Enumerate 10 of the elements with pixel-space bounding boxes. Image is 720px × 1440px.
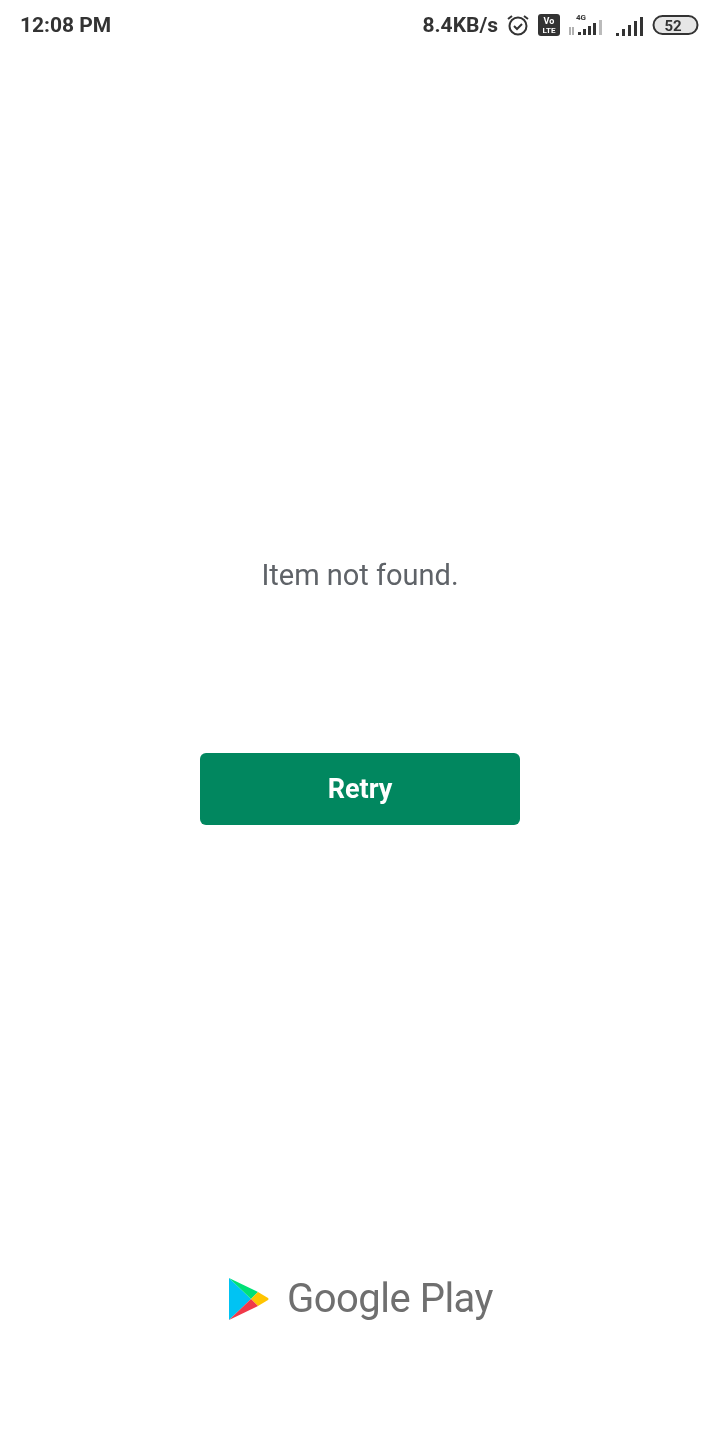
play-logo-icon xyxy=(226,1275,269,1322)
retry-button[interactable]: Retry xyxy=(200,753,520,825)
alarm-icon xyxy=(506,13,530,37)
error-message: Item not found. xyxy=(261,557,459,594)
clock-time: 12:08 PM xyxy=(20,13,112,37)
battery-icon: 52 xyxy=(652,14,700,36)
signal-icon xyxy=(614,14,644,36)
network-speed: 8.4KB/s xyxy=(422,13,498,37)
google-play-wordmark: Google Play xyxy=(286,1275,493,1322)
volte-icon: Vo LTE xyxy=(538,14,560,36)
